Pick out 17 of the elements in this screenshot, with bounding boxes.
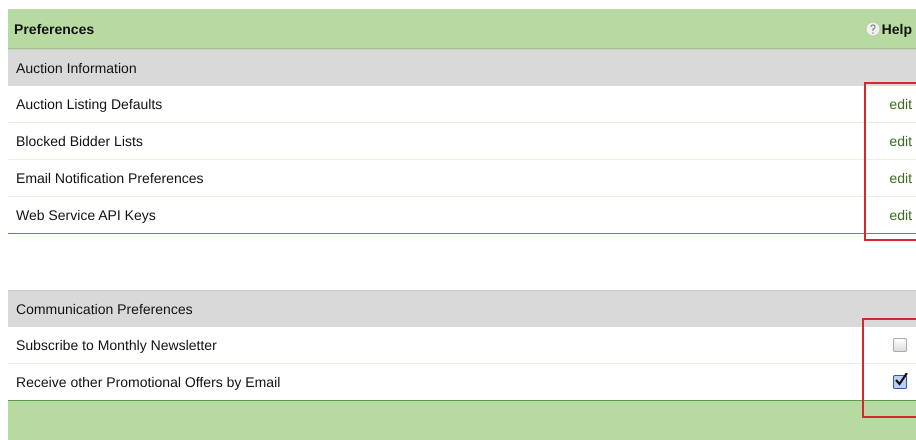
edit-link[interactable]: edit (889, 96, 912, 112)
help-link[interactable]: Help (882, 20, 912, 36)
preference-label: Auction Listing Defaults (16, 96, 162, 112)
section-title: Communication Preferences (16, 301, 193, 317)
checkbox[interactable] (893, 375, 907, 389)
edit-link[interactable]: edit (889, 133, 912, 149)
edit-link[interactable]: edit (889, 207, 912, 223)
help-icon (864, 20, 881, 36)
edit-link[interactable]: edit (889, 170, 912, 186)
page-title: Preferences (14, 20, 94, 36)
preference-label: Receive other Promotional Offers by Email (16, 374, 280, 390)
preference-label: Email Notification Preferences (16, 170, 204, 186)
preference-label: Web Service API Keys (16, 207, 156, 223)
section-title: Auction Information (16, 60, 137, 76)
preference-label: Subscribe to Monthly Newsletter (16, 337, 217, 353)
preference-label: Blocked Bidder Lists (16, 133, 143, 149)
checkbox[interactable] (893, 338, 907, 352)
